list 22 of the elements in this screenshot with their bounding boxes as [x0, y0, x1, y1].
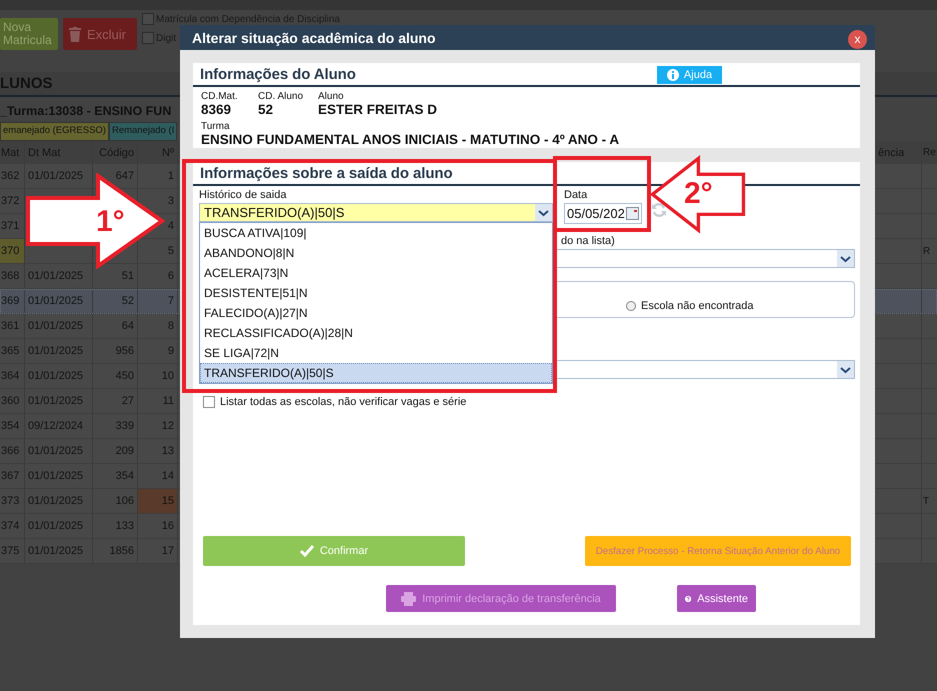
radio-label: Escola não encontrada — [641, 300, 754, 312]
field-value: ESTER FREITAS D — [318, 102, 438, 118]
legend-tag: Remanejado (I — [108, 122, 178, 141]
table-cell: 369 — [0, 289, 25, 313]
table-cell: 01/01/2025 — [25, 289, 93, 313]
field-label: Histórico de saida — [199, 189, 288, 201]
panel-title: Informações sobre a saída do aluno — [200, 164, 453, 182]
field-label: Data — [564, 189, 588, 201]
table-cell: 370 — [0, 239, 25, 263]
field-label: Turma — [201, 121, 231, 132]
table-cell: 52 — [93, 289, 138, 313]
field-label: do na lista) — [561, 235, 615, 247]
table-cell: 7 — [138, 289, 178, 313]
checkbox-label: Listar todas as escolas, não verificar vagas e série — [220, 396, 466, 408]
step-label: 1° — [96, 207, 125, 237]
step-label: 2° — [684, 179, 713, 209]
field-value: 8369 — [201, 102, 232, 118]
dialog-title: Alterar situação acadêmica do aluno — [192, 30, 436, 46]
legend-tag: emanejado (EGRESSO) — [0, 122, 109, 141]
field-value: ENSINO FUNDAMENTAL ANOS INICIAIS - MATUTINO - 4º ANO - A — [201, 132, 620, 148]
table-cell: 15 — [138, 489, 178, 513]
field-value: 52 — [258, 102, 274, 118]
